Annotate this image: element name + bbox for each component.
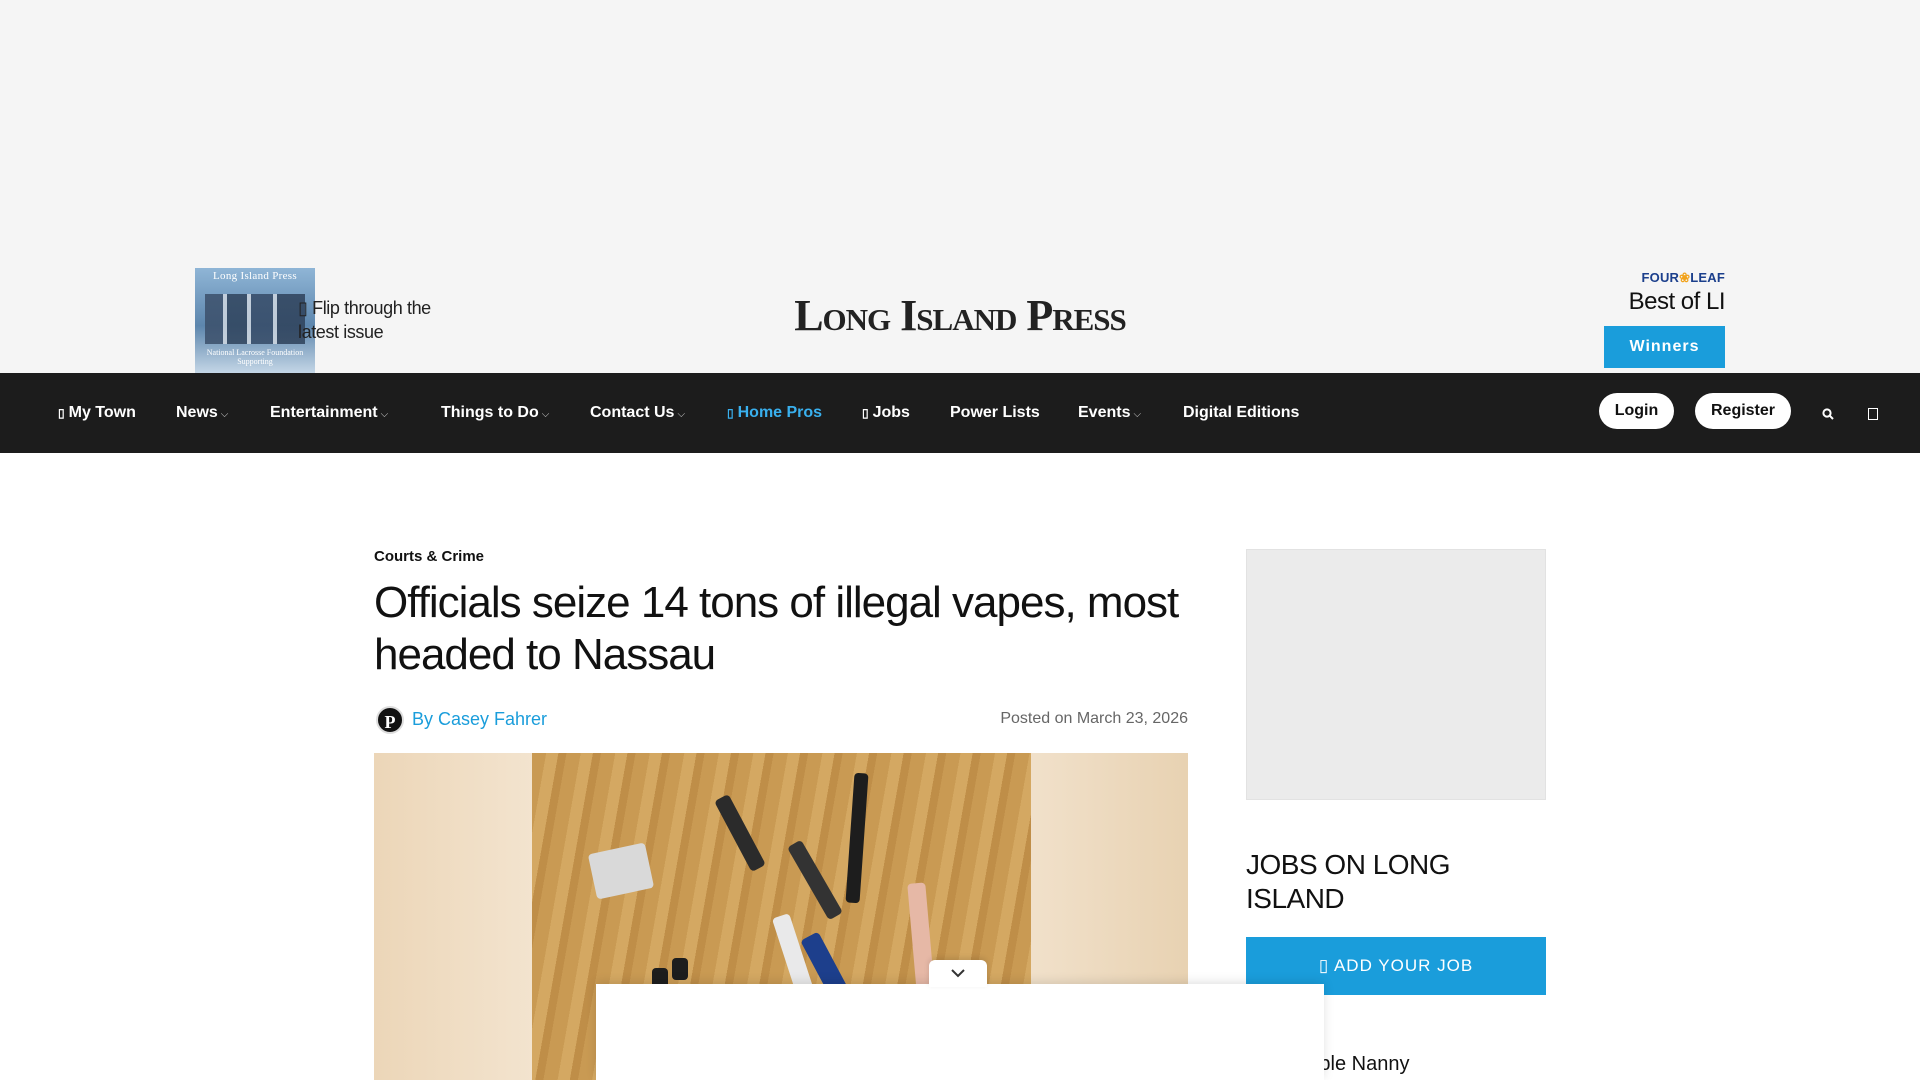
post-date: Posted on March 23, 2026 [1000, 710, 1188, 727]
chevron-down-icon: ⌵ [1133, 409, 1142, 420]
nav-item-entertainment[interactable]: Entertainment ⌵ [270, 373, 388, 453]
vape-device [672, 958, 688, 980]
vape-device [714, 793, 766, 873]
fourleaf-logo: FOUR❀LEAF [1641, 270, 1725, 285]
briefcase-icon: ▯ [862, 406, 869, 420]
author-link[interactable]: By Casey Fahrer [412, 709, 547, 730]
byline: P By Casey Fahrer Posted on March 23, 20… [374, 703, 1188, 735]
register-button[interactable]: Register [1695, 393, 1791, 429]
nav-item-digital-editions[interactable]: Digital Editions [1183, 373, 1299, 453]
masthead: Long Island Press National Lacrosse Foun… [0, 250, 1920, 373]
flip-issue-text: Flip through the latest issue [298, 298, 431, 342]
leaf-icon: ❀ [1679, 270, 1691, 285]
home-icon: ▯ [727, 406, 734, 420]
nav-item-jobs[interactable]: ▯ Jobs [862, 373, 910, 453]
nav-item-things-to-do[interactable]: Things to Do ⌵ [441, 373, 549, 453]
chevron-down-icon[interactable] [929, 960, 987, 987]
book-icon: ▯ [298, 298, 313, 318]
latest-issue-cover[interactable]: Long Island Press National Lacrosse Foun… [195, 268, 315, 373]
vape-device [787, 839, 843, 921]
best-of-li-widget: FOUR❀LEAF Best of LI Winners [1525, 270, 1726, 368]
map-pin-icon: ▯ [58, 406, 65, 420]
vape-device [845, 772, 869, 904]
nav-item-power-lists[interactable]: Power Lists [950, 373, 1040, 453]
chevron-down-icon: ⌵ [220, 409, 229, 420]
author-avatar[interactable]: P [376, 706, 404, 734]
chevron-down-icon: ⌵ [677, 409, 686, 420]
article-category[interactable]: Courts & Crime [374, 548, 1188, 565]
user-icon[interactable] [1868, 373, 1878, 453]
main-navigation: ▯ My Town News ⌵ Entertainment ⌵ Things to … [0, 373, 1920, 453]
nav-item-contact-us[interactable]: Contact Us ⌵ [590, 373, 685, 453]
vape-device [587, 842, 655, 900]
sticky-bottom-ad[interactable] [596, 984, 1324, 1080]
article-headline: Officials seize 14 tons of illegal vapes… [374, 578, 1179, 679]
login-button[interactable]: Login [1599, 393, 1674, 429]
search-icon[interactable] [1822, 373, 1834, 453]
nav-item-events[interactable]: Events ⌵ [1078, 373, 1141, 453]
jobs-section-title: JOBS ON LONG ISLAND [1246, 849, 1451, 914]
chevron-down-icon: ⌵ [380, 409, 389, 420]
nav-item-news[interactable]: News ⌵ [176, 373, 228, 453]
plus-icon: ▯ [1318, 956, 1334, 975]
winners-button[interactable]: Winners [1604, 326, 1725, 368]
top-ad-banner[interactable] [0, 0, 1920, 250]
sidebar-ad[interactable] [1246, 549, 1546, 800]
chevron-down-icon: ⌵ [541, 409, 550, 420]
cover-subtitle: National Lacrosse Foundation Supporting [206, 348, 304, 367]
flip-issue-link[interactable]: ▯ Flip through the latest issue [298, 296, 448, 344]
cover-photo [205, 294, 305, 344]
cover-title: Long Island Press [213, 270, 297, 282]
best-of-li-title: Best of LI [1628, 288, 1726, 315]
nav-item-my-town[interactable]: ▯ My Town [58, 373, 136, 453]
site-logo[interactable]: Long Island Press [760, 290, 1160, 341]
nav-item-home-pros[interactable]: ▯ Home Pros [727, 373, 822, 453]
